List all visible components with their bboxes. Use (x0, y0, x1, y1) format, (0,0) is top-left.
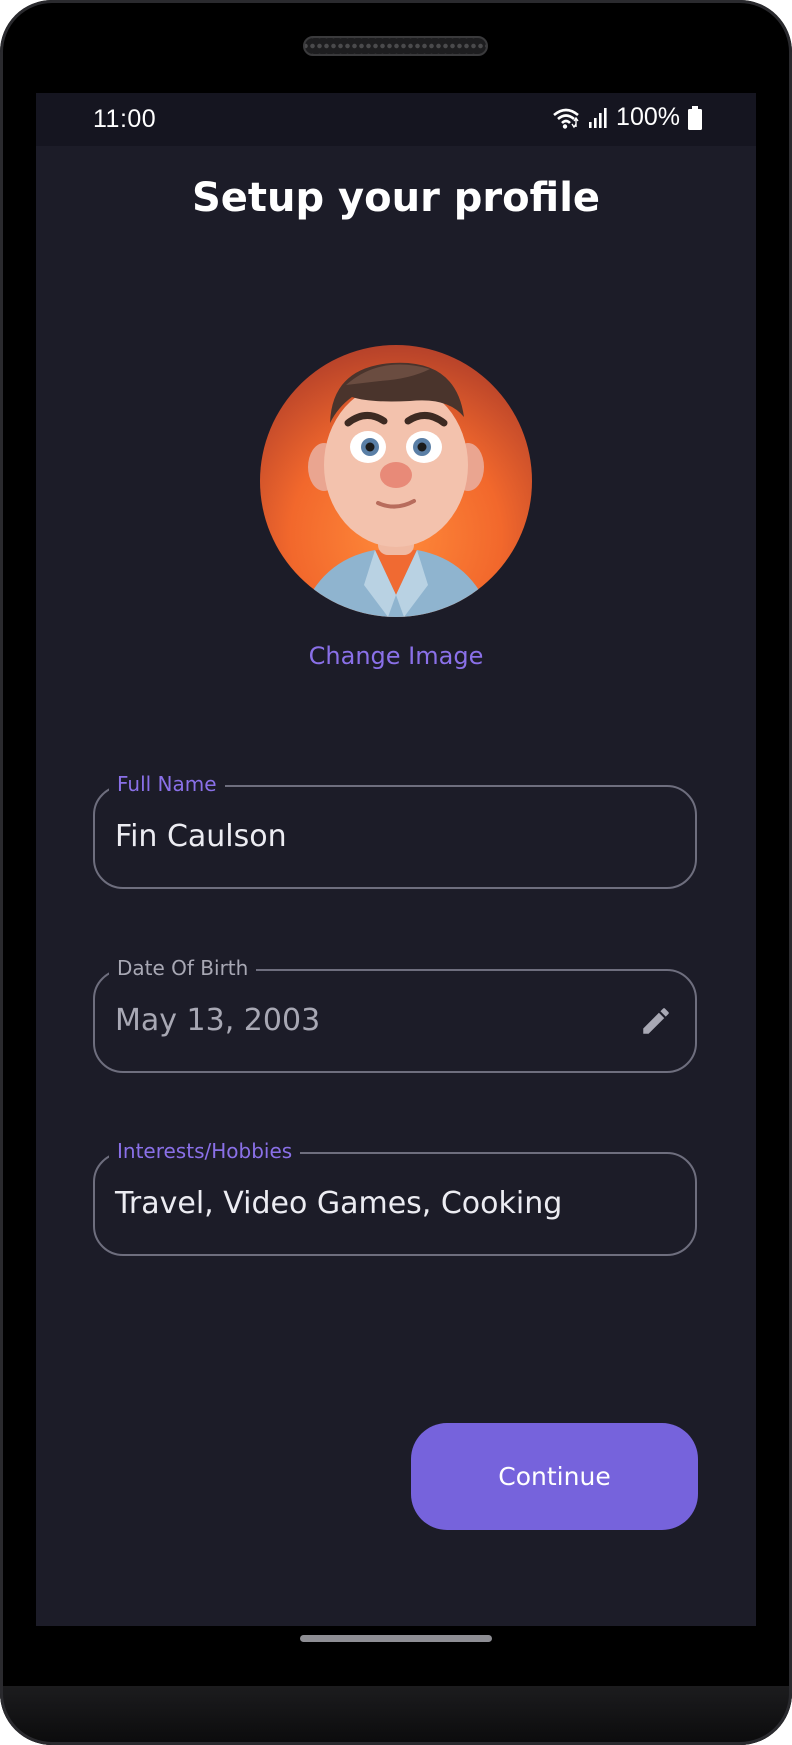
avatar-illustration (300, 362, 492, 617)
app-screen: 11:00 100% Setup your profile Change Ima… (36, 93, 756, 1626)
full-name-field[interactable]: Full Name Fin Caulson (93, 770, 697, 889)
home-indicator[interactable] (300, 1635, 492, 1642)
interests-label: Interests/Hobbies (109, 1137, 301, 1165)
phone-frame: 11:00 100% Setup your profile Change Ima… (0, 0, 792, 1745)
page-title: Setup your profile (191, 175, 601, 221)
date-of-birth-value: May 13, 2003 (115, 1003, 321, 1038)
interests-field[interactable]: Interests/Hobbies Travel, Video Games, C… (93, 1137, 697, 1256)
date-of-birth-label: Date Of Birth (109, 954, 257, 982)
battery-percent: 100% (616, 103, 680, 131)
change-image-link[interactable]: Change Image (36, 642, 756, 670)
battery-icon (688, 105, 702, 130)
full-name-value: Fin Caulson (115, 819, 287, 854)
speaker-grille (303, 36, 488, 56)
status-time: 11:00 (93, 105, 157, 133)
edit-pencil-icon[interactable] (639, 1004, 673, 1038)
date-of-birth-field[interactable]: Date Of Birth May 13, 2003 (93, 954, 697, 1073)
signal-icon (589, 107, 607, 128)
interests-value: Travel, Video Games, Cooking (115, 1186, 563, 1221)
status-bar: 11:00 100% (36, 93, 756, 146)
continue-button[interactable]: Continue (411, 1423, 698, 1530)
profile-avatar[interactable] (260, 345, 532, 617)
wifi-icon (553, 108, 579, 129)
status-icons: 100% (552, 103, 702, 132)
full-name-label: Full Name (109, 770, 225, 798)
phone-chin (0, 1686, 792, 1745)
